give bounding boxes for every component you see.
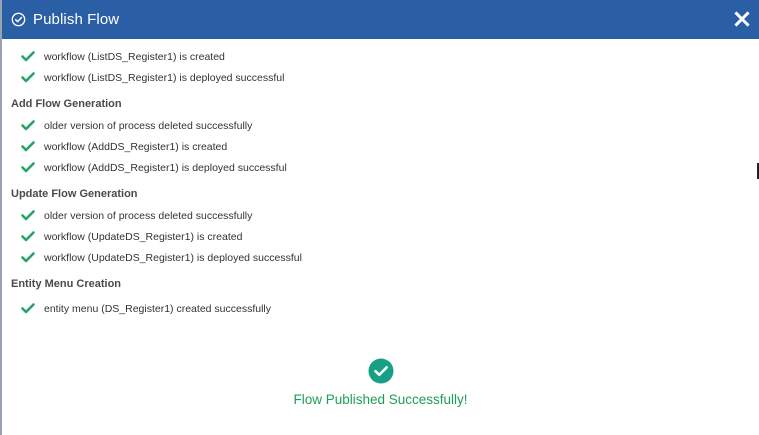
publish-flow-dialog: Publish Flow workflow (ListDS_Register1)… [0, 0, 759, 435]
check-icon [21, 303, 35, 315]
publish-log: workflow (ListDS_Register1) is created w… [2, 39, 759, 319]
log-item-text: workflow (ListDS_Register1) is deployed … [44, 71, 285, 84]
log-item: workflow (ListDS_Register1) is created [11, 46, 759, 67]
log-item-text: entity menu (DS_Register1) created succe… [44, 302, 272, 315]
log-item-text: workflow (UpdateDS_Register1) is deploye… [44, 251, 302, 264]
check-icon [21, 120, 35, 132]
check-icon [21, 210, 35, 222]
check-circle-outline-icon [10, 11, 27, 28]
check-icon [21, 72, 35, 84]
dialog-header: Publish Flow [2, 0, 759, 39]
log-item-text: workflow (AddDS_Register1) is created [44, 140, 228, 153]
log-item: workflow (AddDS_Register1) is created [11, 136, 759, 157]
success-check-circle-icon [368, 358, 394, 384]
log-item: entity menu (DS_Register1) created succe… [11, 298, 759, 319]
section-title-update-flow: Update Flow Generation [11, 188, 138, 200]
close-icon[interactable] [731, 8, 753, 30]
check-icon [21, 252, 35, 264]
publish-result: Flow Published Successfully! [2, 358, 759, 407]
log-item: older version of process deleted success… [11, 205, 759, 226]
check-icon [21, 141, 35, 153]
section-title-entity-menu: Entity Menu Creation [11, 278, 122, 290]
log-item-text: older version of process deleted success… [44, 209, 253, 222]
log-item: workflow (ListDS_Register1) is deployed … [11, 67, 759, 88]
check-icon [21, 231, 35, 243]
log-item-text: older version of process deleted success… [44, 119, 253, 132]
section-title-add-flow: Add Flow Generation [11, 98, 122, 110]
success-message: Flow Published Successfully! [293, 392, 468, 407]
check-icon [21, 51, 35, 63]
log-item: older version of process deleted success… [11, 115, 759, 136]
log-item: workflow (UpdateDS_Register1) is deploye… [11, 247, 759, 268]
log-item: workflow (AddDS_Register1) is deployed s… [11, 157, 759, 178]
log-item-text: workflow (UpdateDS_Register1) is created [44, 230, 243, 243]
log-item-text: workflow (AddDS_Register1) is deployed s… [44, 161, 287, 174]
dialog-title: Publish Flow [33, 11, 120, 28]
log-item: workflow (UpdateDS_Register1) is created [11, 226, 759, 247]
log-item-text: workflow (ListDS_Register1) is created [44, 50, 225, 63]
check-icon [21, 162, 35, 174]
